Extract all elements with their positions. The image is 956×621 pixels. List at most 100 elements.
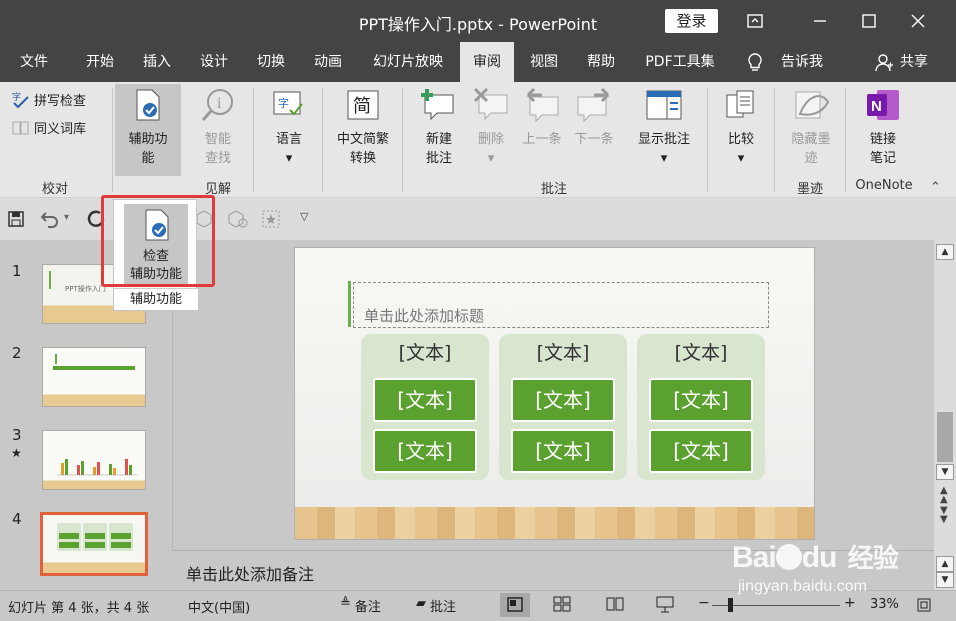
text-box[interactable]: [文本] — [511, 429, 615, 473]
normal-view-button[interactable] — [500, 593, 530, 617]
chinese-convert-label-1: 中文简繁 — [336, 132, 389, 147]
tab-file[interactable]: 文件 — [8, 42, 60, 82]
delete-comment-button[interactable]: 删除 ▾ — [466, 86, 516, 168]
dropdown-arrow-icon: ▾ — [487, 151, 495, 166]
undo-dropdown-icon[interactable]: ▾ — [64, 212, 69, 223]
svg-text:字: 字 — [278, 96, 289, 110]
title-placeholder-text: 单击此处添加标题 — [364, 307, 485, 325]
scroll-thumb[interactable] — [937, 412, 953, 462]
slide-number: 2 — [12, 344, 22, 362]
red-highlight-box — [101, 195, 215, 287]
slide-thumbnail-2[interactable] — [42, 347, 146, 407]
book-icon — [12, 121, 29, 134]
text-box[interactable]: [文本] — [649, 429, 753, 473]
tab-transitions[interactable]: 切换 — [244, 42, 298, 82]
dropdown-arrow-icon: ▾ — [660, 151, 668, 166]
compare-label: 比较 — [727, 132, 754, 147]
spell-check-button[interactable]: 字 拼写检查 — [12, 90, 87, 110]
tab-insert[interactable]: 插入 — [130, 42, 184, 82]
new-comment-button[interactable]: 新建 批注 — [410, 86, 468, 168]
notes-placeholder: 单击此处添加备注 — [186, 565, 315, 584]
save-icon[interactable] — [8, 211, 24, 231]
column-heading[interactable]: [文本] — [637, 338, 765, 365]
tab-design[interactable]: 设计 — [186, 42, 242, 82]
notes-scroll-down-icon[interactable]: ▼ — [936, 572, 954, 588]
tab-home[interactable]: 开始 — [72, 42, 128, 82]
show-comments-button[interactable]: 显示批注 ▾ — [628, 86, 700, 168]
tab-view[interactable]: 视图 — [516, 42, 572, 82]
ribbon-display-options-icon[interactable] — [735, 6, 775, 36]
text-box[interactable]: [文本] — [649, 378, 753, 422]
scroll-down-icon[interactable]: ▼ — [936, 464, 954, 480]
slideshow-icon[interactable] — [655, 595, 675, 617]
column-heading[interactable]: [文本] — [361, 338, 489, 365]
title-accent-bar — [348, 281, 351, 327]
icon-simplified-char: 简 — [353, 96, 371, 117]
tell-me-box[interactable]: 告诉我 — [774, 42, 830, 82]
close-icon[interactable] — [898, 6, 938, 36]
ribbon-separator — [322, 88, 323, 192]
comments-toggle-button[interactable]: ▰ 批注 — [416, 596, 456, 615]
tab-review[interactable]: 审阅 — [460, 42, 514, 82]
next-slide-icon[interactable]: ▼ ▼ — [940, 506, 948, 525]
onenote-icon: N — [863, 86, 903, 124]
text-box[interactable]: [文本] — [373, 429, 477, 473]
accessibility-button[interactable]: 辅助功 能 — [116, 86, 180, 168]
text-box[interactable]: [文本] — [373, 378, 477, 422]
spell-check-label: 拼写检查 — [34, 94, 87, 109]
baidu-jingyan-watermark: Bai du 经验 jingyan.baidu.com — [732, 538, 902, 608]
group-comments-label: 批注 — [540, 182, 567, 197]
select-object-icon[interactable] — [262, 210, 280, 232]
content-column-3: [文本] [文本] [文本] — [637, 334, 765, 480]
compare-button[interactable]: 比较 ▾ — [714, 86, 768, 168]
comments-toggle-label: 批注 — [430, 600, 457, 615]
smart-lookup-button[interactable]: i 智能 查找 — [186, 86, 250, 168]
language-status[interactable]: 中文(中国) — [188, 597, 250, 616]
tab-slideshow[interactable]: 幻灯片放映 — [360, 42, 456, 82]
undo-icon[interactable] — [40, 209, 62, 233]
slide-thumbnail-4-selected[interactable] — [40, 512, 148, 576]
maximize-icon[interactable] — [849, 6, 889, 36]
hide-ink-button[interactable]: 隐藏墨 迹 — [780, 86, 842, 168]
collapse-ribbon-icon[interactable]: ⌃ — [930, 180, 941, 195]
thesaurus-button[interactable]: 同义词库 — [12, 118, 86, 137]
3d-shape-icon[interactable] — [228, 210, 248, 232]
group-ink-label: 墨迹 — [796, 182, 823, 197]
group-onenote-label: OneNote — [855, 178, 913, 193]
previous-comment-button[interactable]: 上一条 — [516, 86, 568, 149]
next-comment-button[interactable]: 下一条 — [568, 86, 620, 149]
slide-number: 3 — [12, 426, 22, 444]
reading-view-icon[interactable] — [605, 596, 625, 616]
show-comments-label: 显示批注 — [637, 132, 690, 147]
smart-lookup-label-2: 查找 — [204, 151, 231, 166]
title-placeholder[interactable]: 单击此处添加标题 — [348, 281, 769, 328]
scroll-up-icon[interactable]: ▲ — [936, 244, 954, 260]
zoom-out-icon[interactable]: − — [698, 595, 710, 611]
fit-slide-icon[interactable] — [916, 597, 932, 617]
current-slide[interactable]: 单击此处添加标题 [文本] [文本] [文本] [文本] [文本] [文本] [… — [294, 247, 815, 540]
next-comment-icon — [574, 86, 614, 124]
notes-toggle-button[interactable]: ≜ 备注 — [340, 596, 381, 615]
tab-animations[interactable]: 动画 — [300, 42, 356, 82]
share-button[interactable]: 共享 — [894, 42, 934, 82]
previous-slide-icon[interactable]: ▲ ▲ — [940, 486, 948, 505]
text-box[interactable]: [文本] — [511, 378, 615, 422]
language-label: 语言 — [275, 132, 302, 147]
slide-sorter-icon[interactable] — [553, 596, 571, 616]
customize-qat-icon[interactable]: ▽ — [300, 210, 308, 223]
tab-pdf-tools[interactable]: PDF工具集 — [634, 42, 726, 82]
ribbon-separator — [402, 88, 403, 192]
svg-text:N: N — [871, 98, 882, 115]
slide-thumbnail-3[interactable] — [42, 430, 146, 490]
login-button[interactable]: 登录 — [665, 9, 718, 33]
tab-help[interactable]: 帮助 — [574, 42, 628, 82]
language-button[interactable]: 字 语言 ▾ — [260, 86, 318, 168]
linked-notes-button[interactable]: N 链接 笔记 — [852, 86, 914, 168]
column-heading[interactable]: [文本] — [499, 338, 627, 365]
notes-scroll-up-icon[interactable]: ▲ — [936, 556, 954, 572]
smart-lookup-icon: i — [198, 86, 238, 124]
vertical-scrollbar[interactable]: ▲ ▼ ▲ ▲ ▼ ▼ ▲ ▼ — [934, 240, 956, 590]
minimize-icon[interactable] — [800, 6, 840, 36]
comment-icon: ▰ — [416, 596, 426, 611]
chinese-convert-button[interactable]: 简 中文简繁 转换 — [328, 86, 398, 168]
